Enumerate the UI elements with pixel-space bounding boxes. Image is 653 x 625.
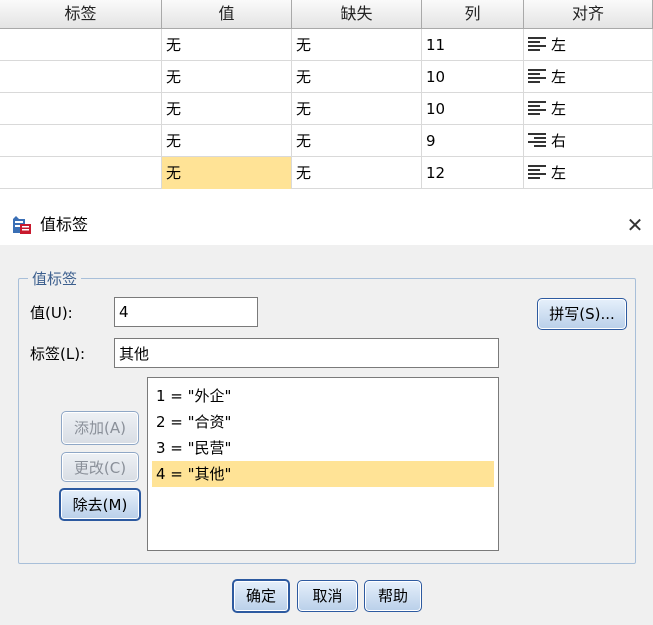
align-left-icon: [528, 165, 546, 179]
list-item[interactable]: 3 = "民营": [152, 435, 494, 461]
list-item[interactable]: 1 = "外企": [152, 383, 494, 409]
cell-columns[interactable]: 10: [422, 61, 524, 93]
label-input[interactable]: [114, 338, 499, 368]
cell-columns[interactable]: 9: [422, 125, 524, 157]
cell-values[interactable]: 无: [162, 157, 292, 189]
cell-values[interactable]: 无: [162, 29, 292, 61]
column-header-values[interactable]: 值: [162, 0, 292, 28]
dialog-title: 值标签: [40, 215, 89, 234]
variable-view-grid: 标签 值 缺失 列 对齐 无无 11 左无无 10 左无无 10 左无无 9 右无无 12 左: [0, 0, 653, 205]
table-row: 无无 12 左: [0, 157, 653, 189]
table-row: 无无9右: [0, 125, 653, 157]
cell-align[interactable]: 右: [524, 125, 653, 157]
cell-align[interactable]: 左: [524, 93, 653, 125]
groupbox-title: 值标签: [28, 268, 82, 289]
table-row: 无无 10 左: [0, 93, 653, 125]
list-item-selected[interactable]: 4 = "其他": [152, 461, 494, 487]
value-labels-dialog: 值标签 ✕ 值标签 值(U): 标签(L): 拼写(S)... 添加(A) 更改…: [0, 205, 653, 625]
cell-columns[interactable]: 10: [422, 93, 524, 125]
cell-align[interactable]: 左: [524, 61, 653, 93]
list-item[interactable]: 2 = "合资": [152, 409, 494, 435]
align-left-icon: [528, 101, 546, 115]
close-icon[interactable]: ✕: [617, 205, 653, 245]
align-text: 左: [551, 68, 567, 86]
cell-values[interactable]: 无: [162, 61, 292, 93]
cell-columns[interactable]: 12: [422, 157, 524, 189]
cell-values[interactable]: 无: [162, 125, 292, 157]
help-button[interactable]: 帮助: [364, 580, 422, 612]
column-header-label[interactable]: 标签: [0, 0, 162, 28]
column-header-missing[interactable]: 缺失: [292, 0, 422, 28]
align-text: 右: [551, 132, 567, 150]
label-field-label: 标签(L):: [30, 345, 86, 363]
cell-align[interactable]: 左: [524, 157, 653, 189]
cell-label[interactable]: [0, 157, 162, 189]
cell-label[interactable]: [0, 93, 162, 125]
spelling-button[interactable]: 拼写(S)...: [537, 298, 627, 330]
value-label-list[interactable]: 1 = "外企" 2 = "合资" 3 = "民营" 4 = "其他": [147, 377, 499, 551]
align-text: 左: [551, 164, 567, 182]
cell-label[interactable]: [0, 29, 162, 61]
cell-missing[interactable]: 无: [292, 29, 422, 61]
add-button[interactable]: 添加(A): [61, 411, 139, 445]
value-field-label: 值(U):: [30, 304, 73, 322]
remove-button[interactable]: 除去(M): [59, 488, 141, 521]
align-right-icon: [528, 133, 546, 147]
cell-align[interactable]: 左: [524, 29, 653, 61]
grid-header: 标签 值 缺失 列 对齐: [0, 0, 653, 29]
cell-missing[interactable]: 无: [292, 157, 422, 189]
change-button[interactable]: 更改(C): [61, 452, 139, 482]
cell-label[interactable]: [0, 125, 162, 157]
align-text: 左: [551, 36, 567, 54]
cell-values[interactable]: 无: [162, 93, 292, 125]
align-left-icon: [528, 69, 546, 83]
cell-missing[interactable]: 无: [292, 61, 422, 93]
value-input[interactable]: [114, 297, 258, 327]
column-header-align[interactable]: 对齐: [524, 0, 653, 28]
ok-button[interactable]: 确定: [232, 579, 290, 613]
cancel-button[interactable]: 取消: [297, 580, 358, 612]
align-left-icon: [528, 37, 546, 51]
table-row: 无无 10 左: [0, 61, 653, 93]
align-text: 左: [551, 100, 567, 118]
cell-missing[interactable]: 无: [292, 93, 422, 125]
cell-missing[interactable]: 无: [292, 125, 422, 157]
dialog-titlebar[interactable]: 值标签 ✕: [0, 205, 653, 245]
column-header-columns[interactable]: 列: [422, 0, 524, 28]
cell-columns[interactable]: 11: [422, 29, 524, 61]
cell-label[interactable]: [0, 61, 162, 93]
table-row: 无无 11 左: [0, 29, 653, 61]
value-labels-icon: [13, 216, 31, 234]
